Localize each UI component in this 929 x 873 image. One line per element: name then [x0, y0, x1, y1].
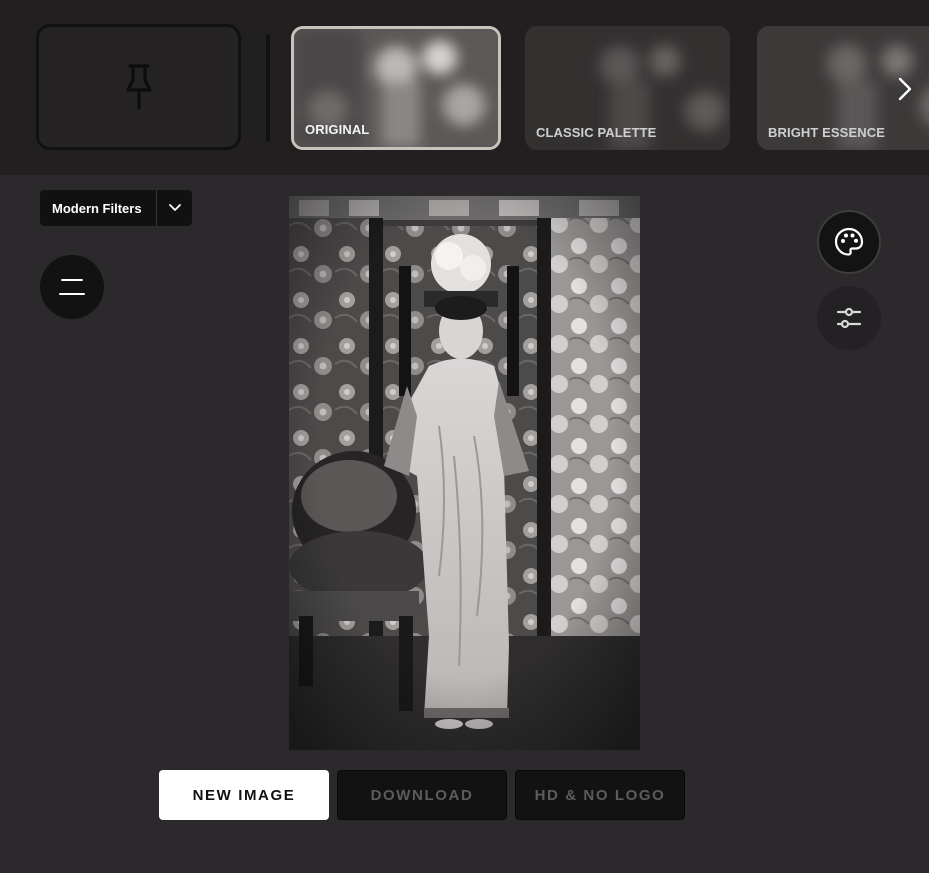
menu-button[interactable] [40, 255, 104, 319]
sliders-icon [836, 307, 862, 329]
palette-icon [834, 227, 864, 256]
thumb-original[interactable]: ORIGINAL [291, 26, 501, 150]
filter-category-dropdown[interactable]: Modern Filters [40, 190, 192, 226]
photo-artwork [289, 196, 640, 750]
pin-tile[interactable] [36, 24, 241, 150]
next-filters-button[interactable] [890, 72, 920, 106]
adjustments-button[interactable] [817, 286, 881, 350]
divider [266, 34, 270, 142]
pushpin-icon [125, 64, 152, 110]
chevron-right-icon [898, 77, 912, 101]
main-image-preview [289, 196, 640, 750]
new-image-button[interactable]: NEW IMAGE [159, 770, 329, 820]
thumb-label: ORIGINAL [305, 122, 370, 137]
hamburger-icon [59, 279, 85, 295]
filter-category-label: Modern Filters [52, 200, 142, 216]
color-palette-button[interactable] [817, 210, 881, 274]
thumb-label: CLASSIC PALETTE [536, 125, 657, 140]
thumb-classic-palette[interactable]: CLASSIC PALETTE [525, 26, 730, 150]
hd-no-logo-button[interactable]: HD & NO LOGO [515, 770, 685, 820]
download-button[interactable]: DOWNLOAD [337, 770, 507, 820]
filter-thumbnail-bar: ORIGINAL CLASSIC PALETTE BRIGHT ESSENCE [0, 0, 929, 175]
dropdown-toggle[interactable] [157, 204, 192, 212]
chevron-down-icon [168, 204, 181, 211]
thumb-label: BRIGHT ESSENCE [768, 125, 885, 140]
